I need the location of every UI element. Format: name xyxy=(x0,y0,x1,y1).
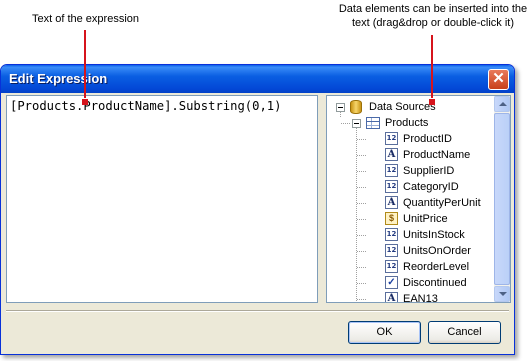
numeric-field-icon: 12 xyxy=(385,180,398,193)
scroll-down-arrow-icon[interactable] xyxy=(494,286,510,302)
tree-connector-line xyxy=(357,251,366,252)
tree-field-unitsonorder[interactable]: 12 UnitsOnOrder xyxy=(327,243,495,259)
tree-field-quantityperunit[interactable]: A QuantityPerUnit xyxy=(327,195,495,211)
dialog-title: Edit Expression xyxy=(9,71,108,86)
tree-field-productname[interactable]: A ProductName xyxy=(327,147,495,163)
tree-connector-line xyxy=(357,283,366,284)
tree-node-label: Products xyxy=(385,117,429,129)
data-sources-tree[interactable]: Data Sources Products 12 ProductID A Pro… xyxy=(326,95,511,303)
tree-field-supplierid[interactable]: 12 SupplierID xyxy=(327,163,495,179)
tree-field-categoryid[interactable]: 12 CategoryID xyxy=(327,179,495,195)
expression-pointer-line xyxy=(84,30,86,98)
tree-field-label: ProductName xyxy=(403,149,471,161)
tree-connector-line xyxy=(357,187,366,188)
tree-field-label: Discontinued xyxy=(403,277,467,289)
data-elements-annotation: Data elements can be inserted into the t… xyxy=(338,2,527,30)
numeric-field-icon: 12 xyxy=(385,260,398,273)
tree-field-label: CategoryID xyxy=(403,181,459,193)
tree-connector-line xyxy=(357,267,366,268)
tree-connector-line xyxy=(357,235,366,236)
data-elements-pointer-line xyxy=(431,35,433,98)
tree-field-label: UnitPrice xyxy=(403,213,448,225)
numeric-field-icon: 12 xyxy=(385,244,398,257)
string-field-icon: A xyxy=(385,196,398,209)
table-icon xyxy=(366,117,380,129)
currency-field-icon: $ xyxy=(385,212,398,225)
title-bar[interactable]: Edit Expression ✕ xyxy=(1,65,514,93)
tree-connector-line xyxy=(341,123,350,124)
tree-node-label: Data Sources xyxy=(369,101,436,113)
tree-connector-line xyxy=(357,219,366,220)
tree-field-unitprice[interactable]: $ UnitPrice xyxy=(327,211,495,227)
expression-pointer-dot xyxy=(82,99,88,105)
string-field-icon: A xyxy=(385,148,398,161)
numeric-field-icon: 12 xyxy=(385,164,398,177)
boolean-field-icon: ✓ xyxy=(385,276,398,289)
tree-field-label: EAN13 xyxy=(403,293,438,303)
button-separator xyxy=(6,310,509,312)
numeric-field-icon: 12 xyxy=(385,228,398,241)
tree-field-label: SupplierID xyxy=(403,165,455,177)
tree-field-unitsinstock[interactable]: 12 UnitsInStock xyxy=(327,227,495,243)
scroll-up-arrow-icon[interactable] xyxy=(494,96,510,112)
edit-expression-dialog: Edit Expression ✕ [Products.ProductName]… xyxy=(0,64,515,355)
expression-text-annotation: Text of the expression xyxy=(32,13,140,25)
tree-field-ean13[interactable]: A EAN13 xyxy=(327,291,495,303)
tree-connector-line xyxy=(357,139,366,140)
tree-connector-line xyxy=(357,299,366,300)
tree-field-discontinued[interactable]: ✓ Discontinued xyxy=(327,275,495,291)
data-elements-annotation-line2: text (drag&drop or double-click it) xyxy=(351,17,514,29)
tree-field-productid[interactable]: 12 ProductID xyxy=(327,131,495,147)
tree-connector-line xyxy=(357,155,366,156)
tree-connector-line xyxy=(357,171,366,172)
tree-node-data-sources[interactable]: Data Sources xyxy=(327,99,495,115)
close-icon: ✕ xyxy=(492,70,505,87)
tree-node-products[interactable]: Products xyxy=(327,115,495,131)
data-elements-annotation-line1: Data elements can be inserted into the xyxy=(338,3,527,15)
tree-field-label: ReorderLevel xyxy=(403,261,470,273)
close-button[interactable]: ✕ xyxy=(488,69,509,90)
tree-field-label: QuantityPerUnit xyxy=(403,197,481,209)
tree-field-label: UnitsInStock xyxy=(403,229,465,241)
ok-button[interactable]: OK xyxy=(348,321,421,344)
scrollbar-thumb[interactable] xyxy=(494,113,510,285)
string-field-icon: A xyxy=(385,292,398,302)
collapse-icon[interactable] xyxy=(352,119,361,128)
tree-field-label: UnitsOnOrder xyxy=(403,245,471,257)
expression-editor[interactable]: [Products.ProductName].Substring(0,1) xyxy=(6,95,318,303)
tree-vertical-scrollbar[interactable] xyxy=(494,96,510,302)
database-icon xyxy=(350,100,362,114)
expression-text[interactable]: [Products.ProductName].Substring(0,1) xyxy=(10,99,282,113)
data-elements-pointer-dot xyxy=(429,99,435,105)
numeric-field-icon: 12 xyxy=(385,132,398,145)
cancel-button[interactable]: Cancel xyxy=(428,321,501,344)
tree-field-label: ProductID xyxy=(403,133,452,145)
tree-connector-line xyxy=(357,203,366,204)
tree-field-reorderlevel[interactable]: 12 ReorderLevel xyxy=(327,259,495,275)
collapse-icon[interactable] xyxy=(336,103,345,112)
